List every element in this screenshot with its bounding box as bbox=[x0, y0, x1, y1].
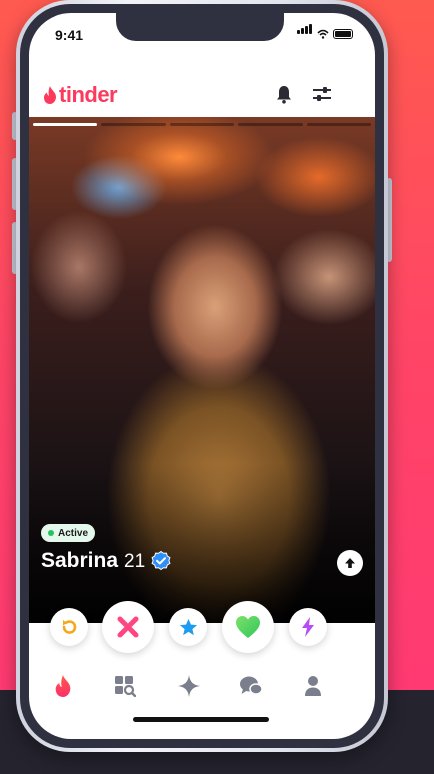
home-indicator[interactable] bbox=[133, 717, 269, 722]
progress-segment bbox=[238, 123, 303, 126]
progress-segment bbox=[169, 123, 235, 126]
verified-badge-icon bbox=[151, 551, 171, 571]
progress-segment bbox=[33, 123, 98, 126]
phone-frame: 9:41 tinder Active Sabrina 21 bbox=[16, 0, 388, 752]
sliders-icon bbox=[313, 87, 331, 101]
active-dot-icon bbox=[48, 530, 54, 536]
profile-name: Sabrina bbox=[41, 549, 119, 572]
chat-icon bbox=[240, 676, 263, 695]
boost-lightning-icon bbox=[302, 617, 314, 637]
action-bar bbox=[29, 601, 375, 657]
flame-icon bbox=[55, 675, 71, 697]
tab-profile[interactable] bbox=[299, 673, 327, 699]
like-heart-icon bbox=[236, 616, 260, 638]
name-row: Sabrina 21 bbox=[41, 549, 171, 573]
filters-button[interactable] bbox=[311, 83, 333, 105]
phone-bezel: 9:41 tinder Active Sabrina 21 bbox=[20, 4, 384, 748]
phone-screen: 9:41 tinder Active Sabrina 21 bbox=[29, 13, 375, 739]
tab-sparks[interactable] bbox=[175, 673, 203, 699]
rewind-button[interactable] bbox=[50, 608, 88, 646]
active-label: Active bbox=[58, 527, 89, 539]
profile-icon bbox=[305, 676, 321, 696]
status-time: 9:41 bbox=[55, 27, 84, 43]
wifi-icon bbox=[317, 29, 329, 39]
progress-segment bbox=[101, 123, 166, 126]
super-like-button[interactable] bbox=[169, 608, 207, 646]
active-badge: Active bbox=[41, 524, 96, 542]
tab-home[interactable] bbox=[49, 673, 77, 699]
tab-explore[interactable] bbox=[111, 673, 139, 699]
photo-progress bbox=[33, 123, 372, 126]
flame-logo-icon bbox=[44, 86, 56, 104]
rewind-icon bbox=[62, 620, 77, 634]
tinder-logo: tinder bbox=[43, 82, 118, 108]
boost-button[interactable] bbox=[289, 608, 327, 646]
bell-icon bbox=[277, 85, 291, 104]
sparkle-icon bbox=[178, 675, 200, 697]
open-profile-button[interactable] bbox=[337, 550, 363, 576]
explore-icon bbox=[115, 676, 136, 697]
notch bbox=[116, 13, 284, 41]
nope-button[interactable] bbox=[102, 601, 154, 653]
progress-segment bbox=[306, 123, 372, 126]
tab-bar bbox=[29, 663, 375, 707]
like-button[interactable] bbox=[222, 601, 274, 653]
super-like-star-icon bbox=[179, 618, 197, 635]
signal-icon bbox=[297, 21, 313, 39]
status-icons bbox=[297, 24, 353, 39]
tab-messages[interactable] bbox=[237, 673, 265, 699]
logo-text: tinder bbox=[59, 82, 118, 107]
photo-gradient bbox=[29, 463, 375, 623]
arrow-up-icon bbox=[345, 558, 355, 568]
profile-card[interactable]: Active Sabrina 21 bbox=[29, 117, 375, 623]
nope-x-icon bbox=[117, 616, 139, 638]
battery-icon bbox=[333, 29, 353, 39]
profile-age: 21 bbox=[124, 551, 146, 572]
notifications-button[interactable] bbox=[273, 83, 295, 105]
